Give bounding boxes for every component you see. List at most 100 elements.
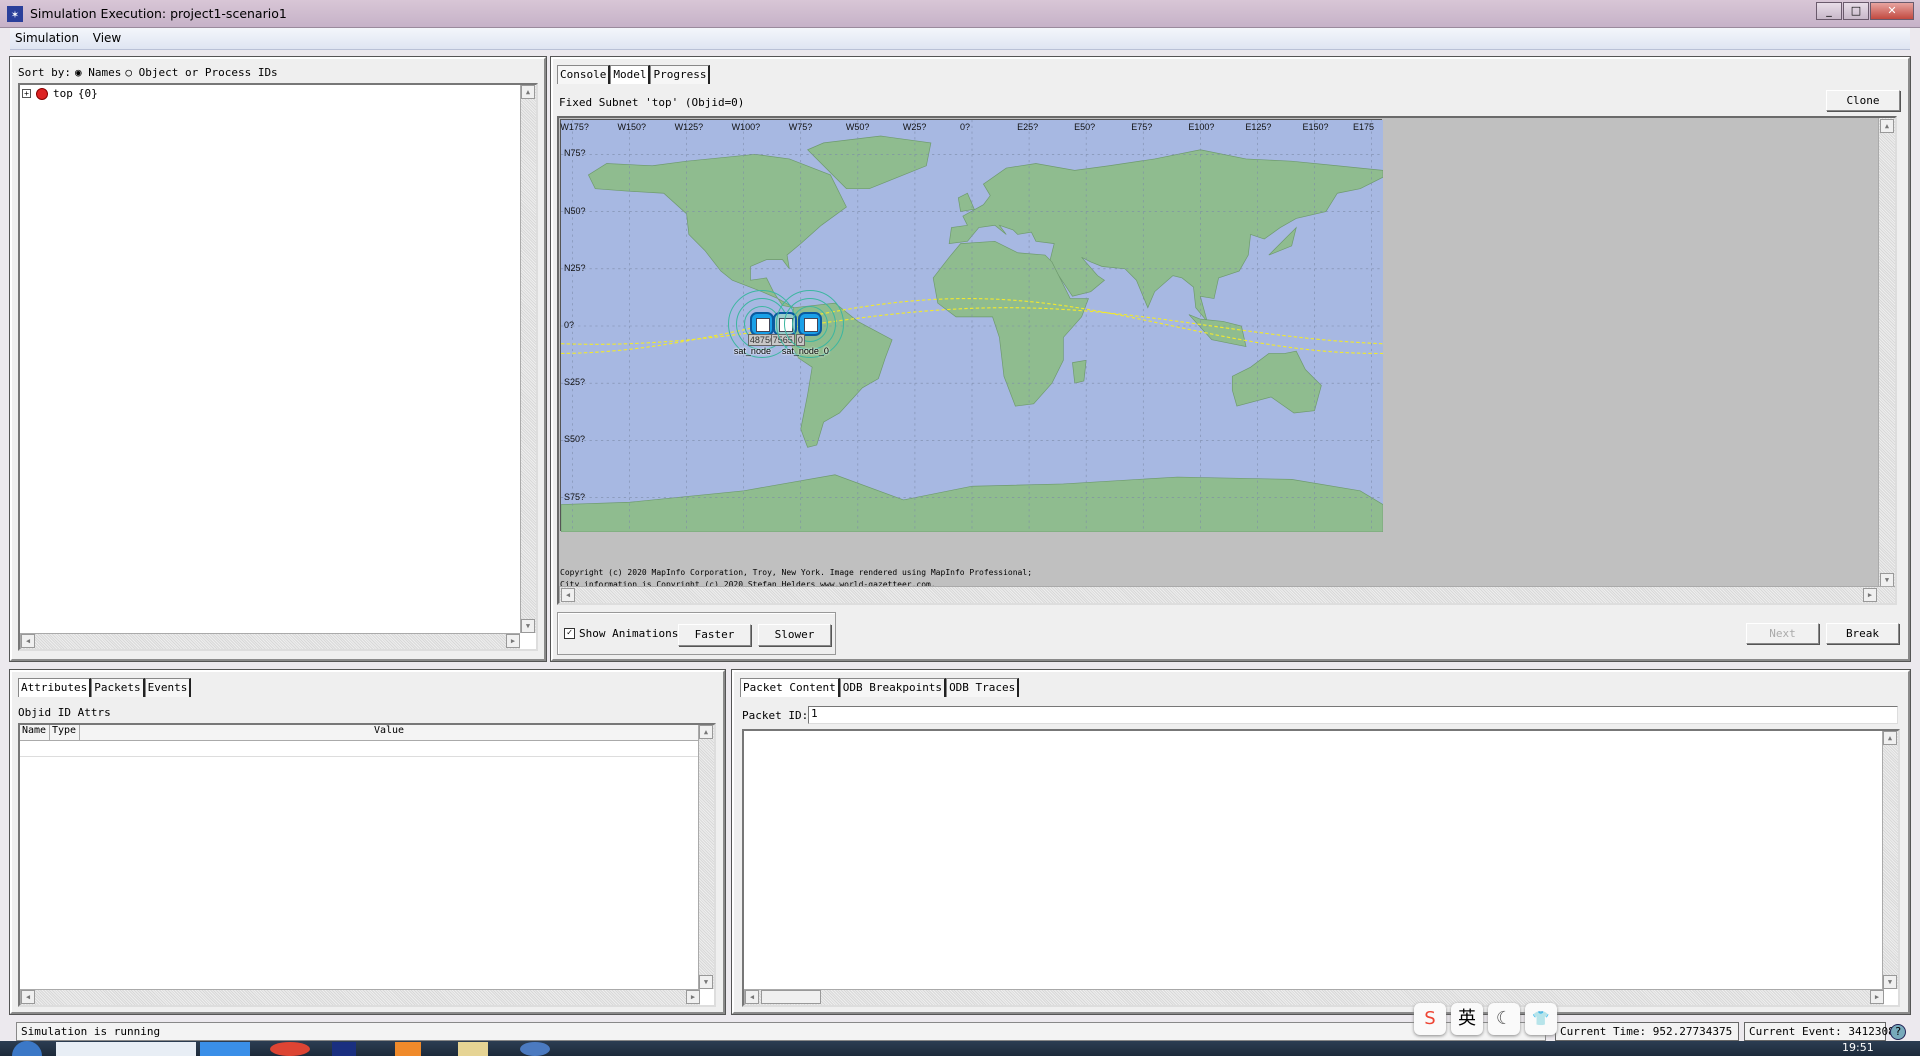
taskbar: 19:51 bbox=[0, 1041, 1920, 1056]
longitude-label: E125? bbox=[1245, 122, 1272, 132]
column-name[interactable]: Name bbox=[20, 725, 50, 740]
scroll-down-icon[interactable]: ▼ bbox=[699, 975, 713, 989]
ime-language-icon[interactable]: 英 bbox=[1451, 1003, 1483, 1035]
minimize-button[interactable]: _ bbox=[1816, 2, 1842, 20]
packet-tabs: Packet Content ODB Breakpoints ODB Trace… bbox=[740, 678, 1020, 697]
tab-events[interactable]: Events bbox=[144, 678, 192, 697]
copyright-line-1: Copyright (c) 2020 MapInfo Corporation, … bbox=[560, 568, 1033, 577]
map-vertical-scrollbar[interactable]: ▲ ▼ bbox=[1878, 118, 1895, 588]
tab-packet-content[interactable]: Packet Content bbox=[740, 678, 840, 697]
packet-vertical-scrollbar[interactable]: ▲ ▼ bbox=[1882, 731, 1898, 989]
scroll-left-icon[interactable]: ◀ bbox=[21, 990, 35, 1004]
longitude-label: W175? bbox=[560, 122, 589, 132]
scroll-down-icon[interactable]: ▼ bbox=[1883, 975, 1897, 989]
scroll-thumb[interactable] bbox=[761, 990, 821, 1004]
attrs-vertical-scrollbar[interactable]: ▲ ▼ bbox=[698, 725, 714, 989]
longitude-label: 0? bbox=[960, 122, 971, 132]
slower-button[interactable]: Slower bbox=[758, 624, 831, 646]
world-map[interactable]: W175? W150? W125? W100? W75? W50? W25? 0? E25? E5… bbox=[560, 119, 1384, 533]
start-button[interactable] bbox=[12, 1041, 42, 1056]
scroll-left-icon[interactable]: ◀ bbox=[21, 634, 35, 648]
sort-ids-radio[interactable]: ○ Object or Process IDs bbox=[125, 66, 277, 79]
tab-odb-traces[interactable]: ODB Traces bbox=[946, 678, 1020, 697]
packet-content-area[interactable]: ▲ ▼ ◀ ▶ bbox=[742, 729, 1900, 1007]
scroll-left-icon[interactable]: ◀ bbox=[561, 588, 575, 602]
latitude-label: S50? bbox=[564, 434, 586, 445]
taskbar-item[interactable] bbox=[56, 1042, 196, 1056]
faster-button[interactable]: Faster bbox=[678, 624, 751, 646]
help-icon[interactable]: ? bbox=[1890, 1024, 1906, 1040]
world-map-graphic bbox=[560, 120, 1384, 533]
menu-view[interactable]: View bbox=[88, 28, 126, 45]
sort-names-radio[interactable]: ◉ Names bbox=[75, 66, 121, 79]
break-button[interactable]: Break bbox=[1826, 623, 1899, 644]
ime-skin-icon[interactable]: 👕 bbox=[1525, 1003, 1557, 1035]
scroll-right-icon[interactable]: ▶ bbox=[1870, 990, 1884, 1004]
tab-odb-breakpoints[interactable]: ODB Breakpoints bbox=[839, 678, 947, 697]
tab-packets[interactable]: Packets bbox=[91, 678, 145, 697]
scroll-left-icon[interactable]: ◀ bbox=[745, 990, 759, 1004]
scroll-up-icon[interactable]: ▲ bbox=[699, 725, 713, 739]
map-viewport[interactable]: W175? W150? W125? W100? W75? W50? W25? 0? E25? E5… bbox=[557, 116, 1897, 605]
tree-item-top[interactable]: + top {0} bbox=[22, 87, 98, 100]
table-header: Name Type Value bbox=[20, 725, 698, 741]
scroll-up-icon[interactable]: ▲ bbox=[521, 85, 535, 99]
chrome-taskbar-icon[interactable] bbox=[270, 1042, 310, 1056]
scroll-right-icon[interactable]: ▶ bbox=[686, 990, 700, 1004]
tree-vertical-scrollbar[interactable]: ▲ ▼ bbox=[520, 85, 536, 633]
tab-model[interactable]: Model bbox=[610, 65, 651, 84]
folder-taskbar-icon[interactable] bbox=[458, 1042, 488, 1056]
scroll-down-icon[interactable]: ▼ bbox=[521, 619, 535, 633]
scroll-up-icon[interactable]: ▲ bbox=[1880, 119, 1894, 133]
object-tree-panel: Sort by: ◉ Names ○ Object or Process IDs… bbox=[9, 56, 547, 662]
longitude-label: W25? bbox=[902, 122, 927, 132]
clock: 19:51 bbox=[1842, 1041, 1874, 1054]
menu-simulation[interactable]: Simulation bbox=[10, 28, 84, 45]
packet-panel: Packet Content ODB Breakpoints ODB Trace… bbox=[731, 669, 1911, 1015]
expand-icon[interactable]: + bbox=[22, 89, 31, 98]
title-bar: ✶ Simulation Execution: project1-scenari… bbox=[0, 0, 1920, 28]
taskbar-item[interactable] bbox=[200, 1042, 250, 1056]
latitude-label: N25? bbox=[564, 262, 586, 273]
next-button[interactable]: Next bbox=[1746, 623, 1819, 644]
show-animations-label: Show Animations bbox=[579, 627, 679, 640]
scroll-down-icon[interactable]: ▼ bbox=[1880, 573, 1894, 587]
satellite-node-icon[interactable] bbox=[749, 311, 774, 336]
clone-button[interactable]: Clone bbox=[1826, 90, 1900, 111]
packet-horizontal-scrollbar[interactable]: ◀ ▶ bbox=[744, 989, 1884, 1005]
tab-progress[interactable]: Progress bbox=[650, 65, 711, 84]
status-message: Simulation is running bbox=[16, 1022, 1546, 1041]
maximize-button[interactable]: □ bbox=[1843, 2, 1869, 20]
scroll-up-icon[interactable]: ▲ bbox=[1883, 731, 1897, 745]
scroll-right-icon[interactable]: ▶ bbox=[506, 634, 520, 648]
ime-moon-icon[interactable]: ☾ bbox=[1488, 1003, 1520, 1035]
longitude-label: W125? bbox=[674, 122, 704, 132]
column-type[interactable]: Type bbox=[50, 725, 80, 740]
taskbar-item[interactable] bbox=[395, 1042, 421, 1056]
longitude-label: W150? bbox=[617, 122, 647, 132]
tab-console[interactable]: Console bbox=[557, 65, 611, 84]
map-horizontal-scrollbar[interactable]: ◀ ▶ bbox=[559, 586, 1895, 603]
attrs-horizontal-scrollbar[interactable]: ◀ ▶ bbox=[20, 989, 700, 1005]
longitude-label: E175 bbox=[1353, 122, 1375, 132]
tab-attributes[interactable]: Attributes bbox=[18, 678, 92, 697]
app-icon: ✶ bbox=[7, 6, 23, 22]
scroll-right-icon[interactable]: ▶ bbox=[1863, 588, 1877, 602]
tree-item-id: {0} bbox=[77, 87, 98, 100]
animation-controls: ✓ Show Animations Faster Slower bbox=[557, 612, 836, 655]
opnet-taskbar-icon[interactable] bbox=[332, 1042, 356, 1056]
menu-bar: Simulation View bbox=[10, 28, 1910, 50]
column-value[interactable]: Value bbox=[80, 725, 698, 740]
checkbox-checked-icon[interactable]: ✓ bbox=[564, 628, 575, 639]
taskbar-item[interactable] bbox=[520, 1042, 550, 1056]
show-animations-checkbox[interactable]: ✓ Show Animations bbox=[564, 627, 678, 640]
sogou-ime-icon[interactable]: S bbox=[1414, 1003, 1446, 1035]
tree-horizontal-scrollbar[interactable]: ◀ ▶ bbox=[20, 633, 520, 649]
packet-id-input[interactable]: 1 bbox=[808, 706, 1898, 724]
close-button[interactable]: ✕ bbox=[1870, 2, 1914, 20]
continent-madagascar bbox=[1072, 359, 1087, 384]
packet-id-label: Packet ID: bbox=[742, 709, 809, 722]
longitude-label: E75? bbox=[1131, 122, 1153, 132]
satellite-node-icon[interactable] bbox=[797, 311, 822, 336]
sort-names-label: Names bbox=[88, 66, 122, 79]
